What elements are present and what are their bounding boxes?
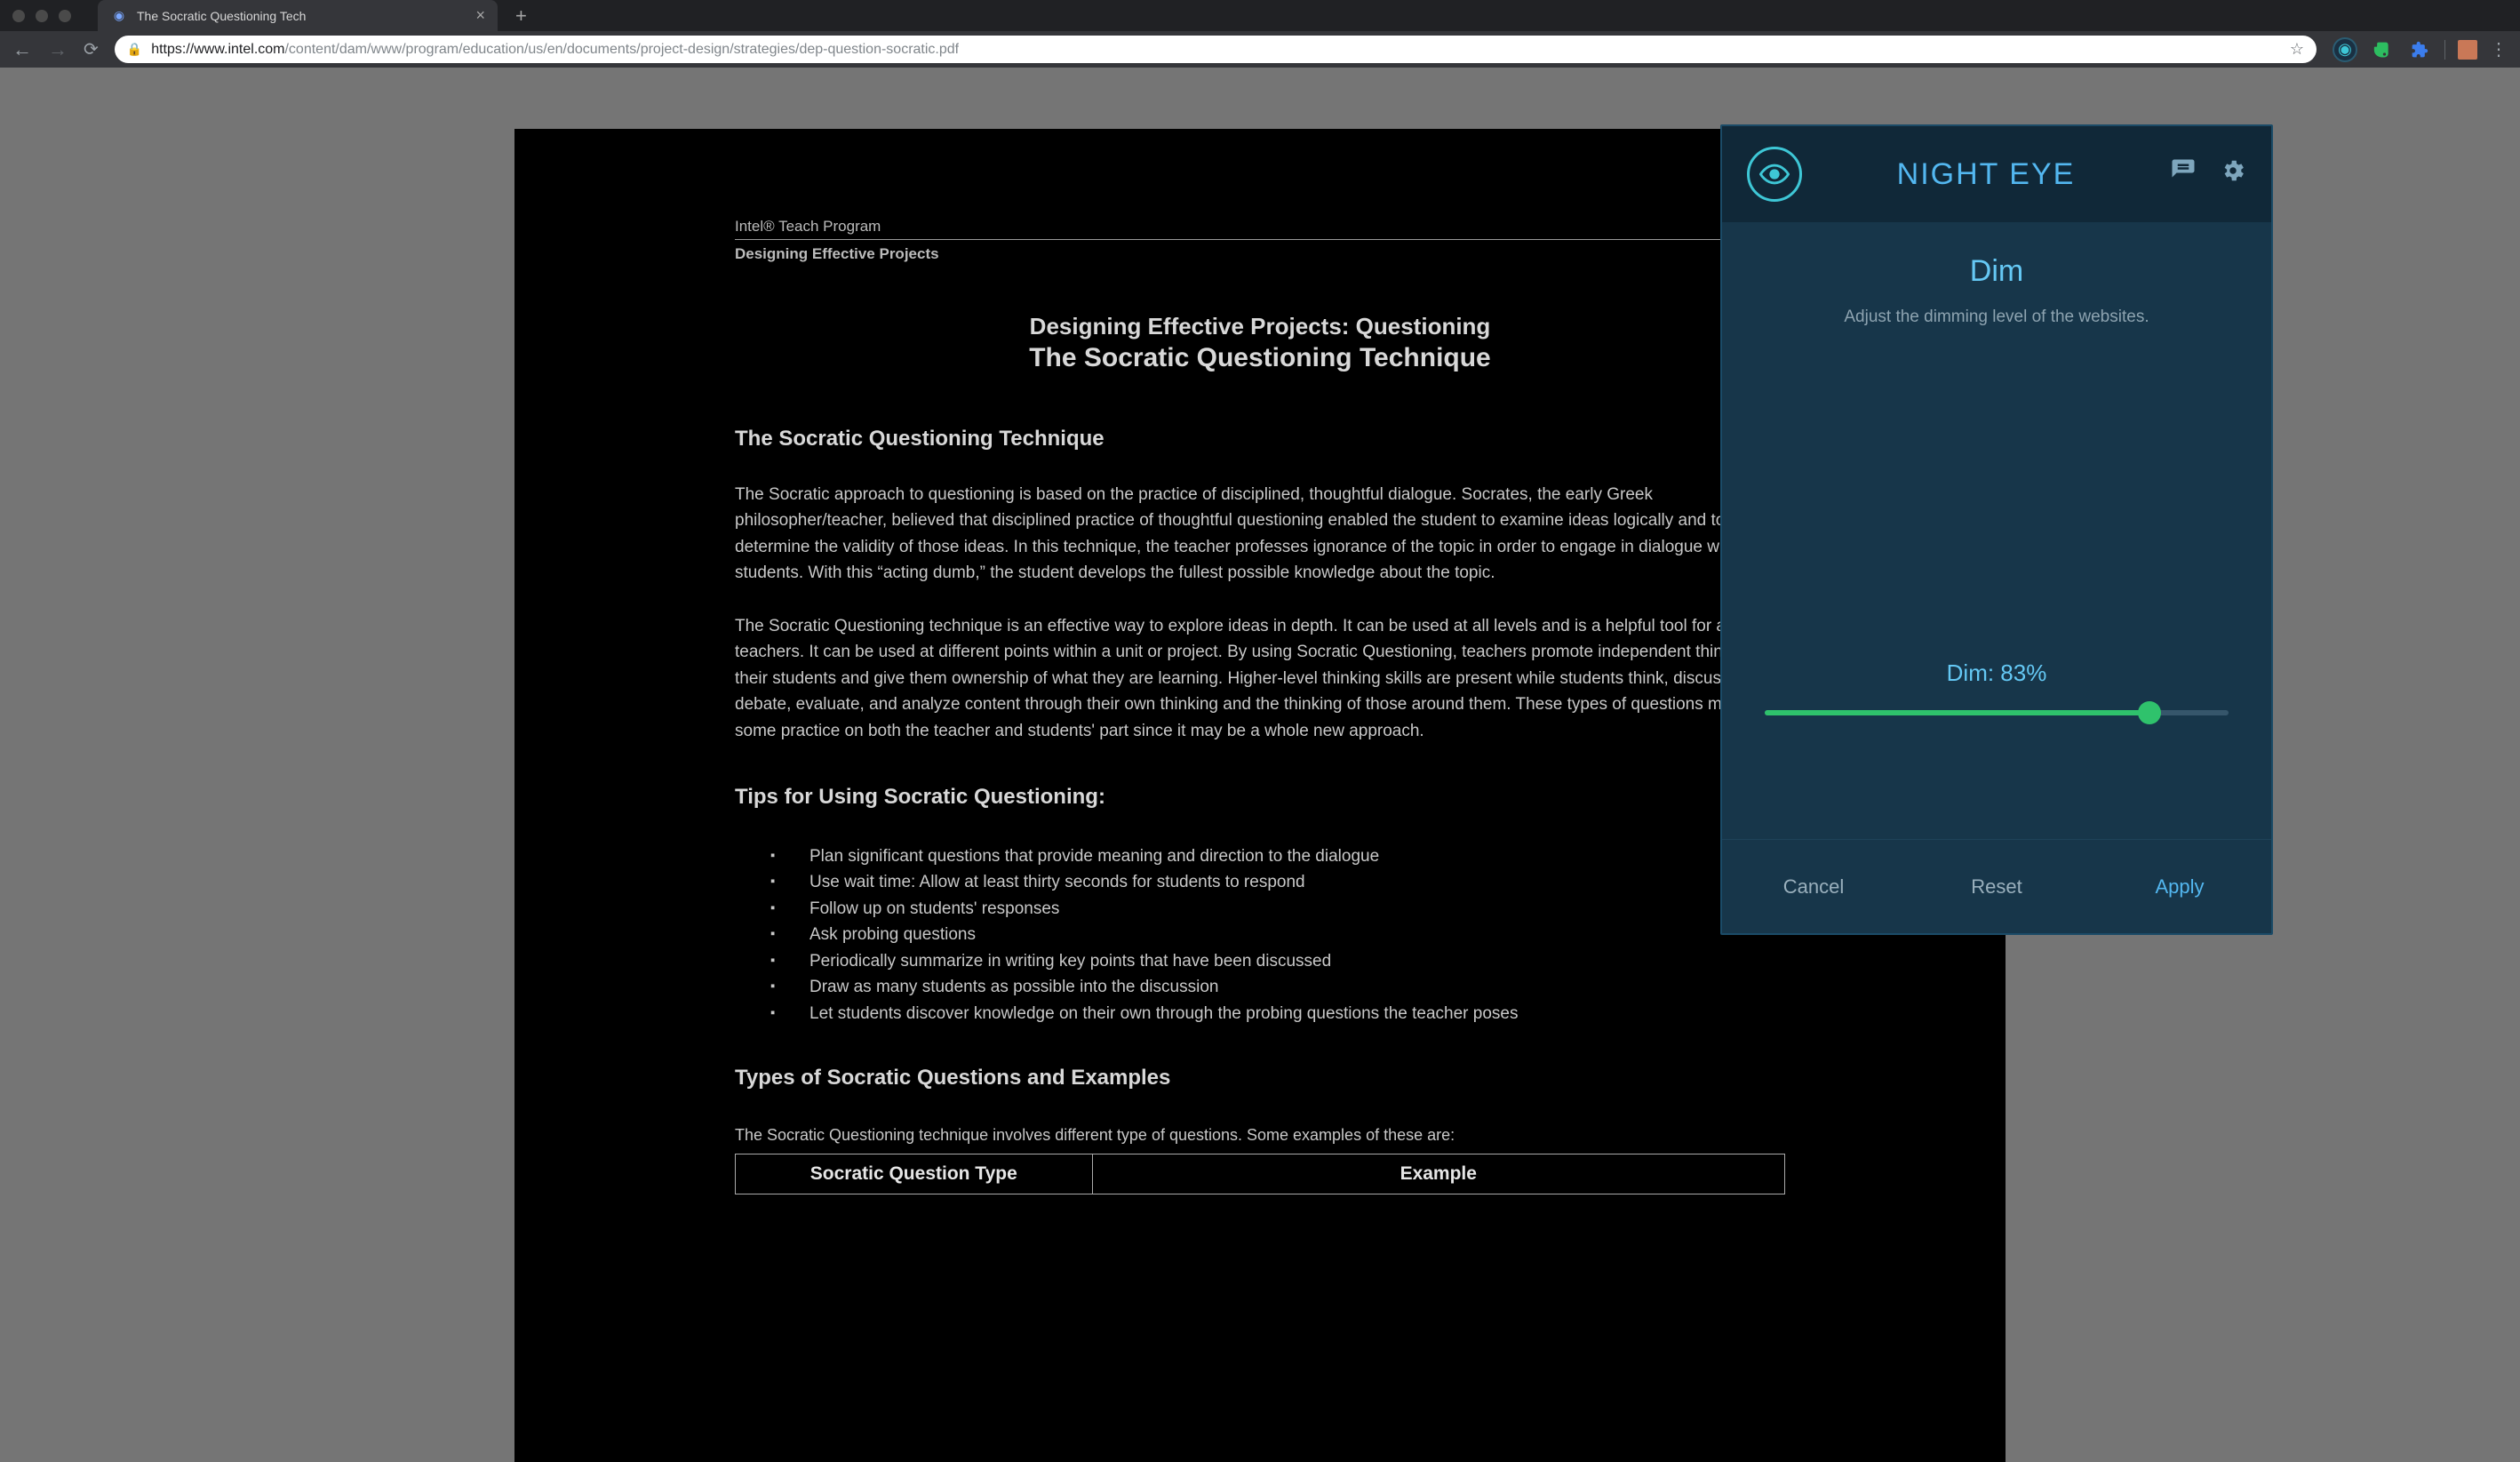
nighteye-header: NIGHT EYE <box>1722 126 2271 222</box>
tips-list-item: Use wait time: Allow at least thirty sec… <box>770 869 1785 895</box>
browser-chrome: ◉ The Socratic Questioning Tech × + ← → … <box>0 0 2520 68</box>
reload-button[interactable]: ⟳ <box>84 38 99 60</box>
close-tab-button[interactable]: × <box>475 6 485 25</box>
address-bar[interactable]: 🔒 https://www.intel.com/content/dam/www/… <box>115 36 2317 63</box>
nighteye-footer: Cancel Reset Apply <box>1722 839 2271 933</box>
table-header-1: Socratic Question Type <box>736 1154 1093 1194</box>
program-line-1: Intel® Teach Program <box>735 218 1785 236</box>
title-block: Designing Effective Projects: Questionin… <box>735 313 1785 373</box>
toolbar-separator <box>2444 40 2445 60</box>
forward-button[interactable]: → <box>48 38 68 61</box>
maximize-window-button[interactable] <box>59 10 71 22</box>
nighteye-description: Adjust the dimming level of the websites… <box>1754 305 2239 331</box>
nighteye-header-icons <box>2170 157 2246 191</box>
tab-favicon: ◉ <box>110 7 128 25</box>
nighteye-panel: NIGHT EYE Dim Adjust the dimming level o… <box>1720 124 2273 935</box>
window-controls <box>12 10 71 22</box>
back-button[interactable]: ← <box>12 38 32 61</box>
dim-slider-label: Dim: 83% <box>1765 659 2229 687</box>
tips-list-item: Let students discover knowledge on their… <box>770 1001 1785 1027</box>
url-scheme: https:// <box>151 42 194 57</box>
section-2-heading: Tips for Using Socratic Questioning: <box>735 785 1785 810</box>
tips-list: Plan significant questions that provide … <box>735 843 1785 1027</box>
url-text: https://www.intel.com/content/dam/www/pr… <box>151 42 959 58</box>
browser-toolbar: ← → ⟳ 🔒 https://www.intel.com/content/da… <box>0 31 2520 68</box>
nighteye-mode-label: Dim <box>1754 254 2239 289</box>
paragraph-1: The Socratic approach to questioning is … <box>735 482 1785 587</box>
nighteye-logo-icon[interactable] <box>1747 147 1802 202</box>
tips-list-item: Follow up on students' responses <box>770 896 1785 922</box>
slider-fill <box>1765 710 2149 715</box>
paragraph-2: The Socratic Questioning technique is an… <box>735 613 1785 744</box>
tab-title: The Socratic Questioning Tech <box>137 9 467 23</box>
nighteye-body: Dim Adjust the dimming level of the webs… <box>1722 222 2271 839</box>
slider-track[interactable] <box>1765 710 2229 715</box>
extensions-puzzle-icon[interactable] <box>2407 37 2432 62</box>
tab-bar: ◉ The Socratic Questioning Tech × + <box>0 0 2520 31</box>
tips-list-item: Plan significant questions that provide … <box>770 843 1785 869</box>
minimize-window-button[interactable] <box>36 10 48 22</box>
url-host: www.intel.com <box>194 42 284 57</box>
doc-main-title: The Socratic Questioning Technique <box>735 343 1785 373</box>
new-tab-button[interactable]: + <box>515 4 527 28</box>
table-header-2: Example <box>1092 1154 1784 1194</box>
dim-slider[interactable]: Dim: 83% <box>1765 659 2229 715</box>
doc-pretitle: Designing Effective Projects: Questionin… <box>735 313 1785 340</box>
browser-tab[interactable]: ◉ The Socratic Questioning Tech × <box>98 0 498 31</box>
url-path: /content/dam/www/program/education/us/en… <box>284 42 959 57</box>
bookmark-star-icon[interactable]: ☆ <box>2290 40 2304 59</box>
close-window-button[interactable] <box>12 10 25 22</box>
program-rule <box>735 239 1785 240</box>
nighteye-extension-icon[interactable]: ◉ <box>2333 37 2357 62</box>
evernote-extension-icon[interactable] <box>2370 37 2395 62</box>
slider-thumb[interactable] <box>2138 701 2161 724</box>
reset-button[interactable]: Reset <box>1905 875 2088 899</box>
section-3-heading: Types of Socratic Questions and Examples <box>735 1066 1785 1091</box>
lock-icon: 🔒 <box>127 42 142 57</box>
extension-icons: ◉ ⋮ <box>2333 37 2508 62</box>
apply-button[interactable]: Apply <box>2088 875 2271 899</box>
section-1-heading: The Socratic Questioning Technique <box>735 427 1785 451</box>
feedback-icon[interactable] <box>2170 157 2197 191</box>
cancel-button[interactable]: Cancel <box>1722 875 1905 899</box>
table-intro: The Socratic Questioning technique invol… <box>735 1126 1785 1145</box>
tips-list-item: Ask probing questions <box>770 922 1785 947</box>
tips-list-item: Draw as many students as possible into t… <box>770 974 1785 1000</box>
profile-avatar[interactable] <box>2458 40 2477 60</box>
nighteye-title: NIGHT EYE <box>1802 157 2170 192</box>
settings-gear-icon[interactable] <box>2220 157 2246 191</box>
tips-list-item: Periodically summarize in writing key po… <box>770 948 1785 974</box>
questions-table: Socratic Question Type Example <box>735 1154 1785 1194</box>
program-line-2: Designing Effective Projects <box>735 245 1785 263</box>
browser-menu-button[interactable]: ⋮ <box>2490 38 2508 60</box>
